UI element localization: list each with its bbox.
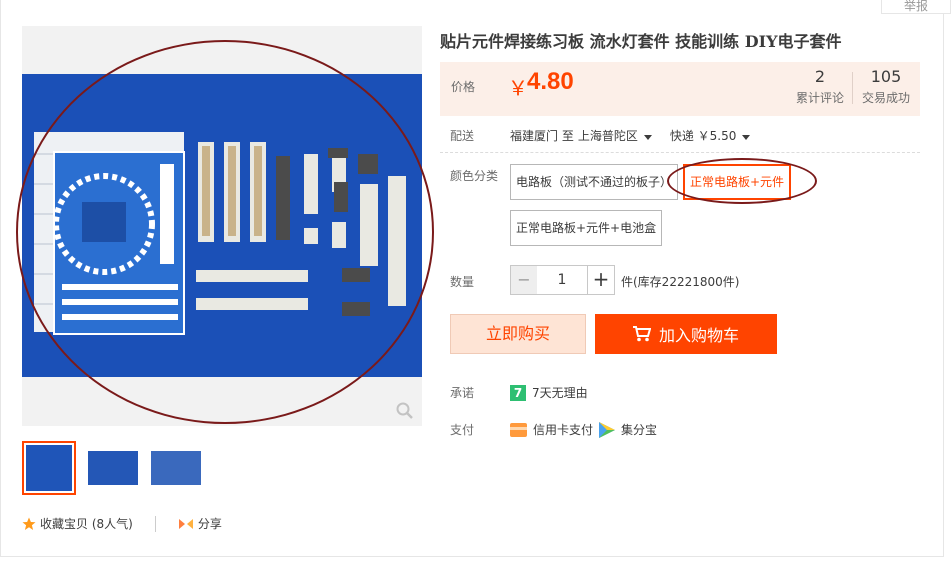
chevron-down-icon <box>643 135 652 140</box>
reviews-label: 累计评论 <box>795 91 844 105</box>
reviews-count: 2 <box>814 67 826 86</box>
buy-now-button[interactable]: 立即购买 <box>450 314 586 354</box>
shipping-method-label: 快递 ￥5.50 <box>669 129 737 143</box>
favorite-button[interactable]: 收藏宝贝 (8人气) <box>22 515 133 532</box>
sales-label: 交易成功 <box>861 91 910 105</box>
option-item-3[interactable]: 正常电路板+元件+电池盒 <box>510 210 663 246</box>
quantity-input[interactable] <box>537 265 587 295</box>
cart-icon <box>632 326 651 342</box>
sales-count: 105 <box>870 67 902 86</box>
sales-stat: 105 交易成功 <box>858 67 914 106</box>
price-label: 价格 <box>451 80 476 94</box>
credit-card-icon <box>510 422 527 437</box>
seven-day-icon: 7 <box>510 384 526 401</box>
thumbnail-2[interactable] <box>86 441 140 495</box>
shipping-destination-label: 上海普陀区 <box>577 129 638 143</box>
reviews-stat[interactable]: 2 累计评论 <box>792 67 848 106</box>
jifenbao-icon <box>599 421 616 438</box>
shipping-method[interactable]: 快递 ￥5.50 <box>670 127 751 144</box>
bottom-links: 收藏宝贝 (8人气) 分享 <box>22 515 222 532</box>
divider <box>154 515 156 532</box>
star-icon <box>22 517 36 530</box>
quantity-label: 数量 <box>450 275 475 289</box>
share-button[interactable]: 分享 <box>178 515 222 532</box>
divider <box>440 152 920 153</box>
options-label: 颜色分类 <box>450 169 499 183</box>
share-label: 分享 <box>197 517 222 531</box>
price-value: 4.80 <box>527 68 574 95</box>
payment-label: 支付 <box>450 423 475 437</box>
stock-info: 件(库存22221800件) <box>621 275 740 289</box>
chevron-down-icon <box>742 135 751 140</box>
payment-method-2[interactable]: 集分宝 <box>621 421 657 438</box>
promise-label: 承诺 <box>450 386 475 400</box>
quantity-decrease-button[interactable]: − <box>510 265 538 295</box>
add-to-cart-button[interactable]: 加入购物车 <box>595 314 777 354</box>
promise-text: 7天无理由 <box>532 386 588 400</box>
zoom-icon[interactable] <box>396 402 414 420</box>
report-link[interactable]: 举报 <box>881 0 951 14</box>
add-to-cart-label: 加入购物车 <box>658 326 739 345</box>
quantity-increase-button[interactable]: + <box>587 265 615 295</box>
payment-method-1[interactable]: 信用卡支付 <box>533 421 593 438</box>
thumbnail-1[interactable] <box>22 441 76 495</box>
share-icon <box>178 518 193 529</box>
shipping-label: 配送 <box>450 129 475 143</box>
annotation-circle-image <box>16 40 434 424</box>
shipping-destination[interactable]: 上海普陀区 <box>578 127 652 144</box>
favorite-label: 收藏宝贝 (8人气) <box>40 517 133 531</box>
product-title: 贴片元件焊接练习板 流水灯套件 技能训练 DIY电子套件 <box>440 32 842 51</box>
promise-row[interactable]: 7 7天无理由 <box>510 384 588 401</box>
annotation-circle-option <box>667 158 817 204</box>
option-item-1[interactable]: 电路板（测试不通过的板子） <box>510 164 679 200</box>
stat-divider <box>852 72 853 104</box>
price-panel: 价格 ￥ 4.80 2 累计评论 105 交易成功 <box>440 62 920 116</box>
shipping-from: 福建厦门 至 <box>510 129 574 143</box>
shipping-row: 福建厦门 至 上海普陀区 快递 ￥5.50 <box>510 127 751 144</box>
currency-symbol: ￥ <box>508 76 528 100</box>
thumbnail-3[interactable] <box>149 441 203 495</box>
payment-row: 信用卡支付 集分宝 <box>510 421 657 438</box>
